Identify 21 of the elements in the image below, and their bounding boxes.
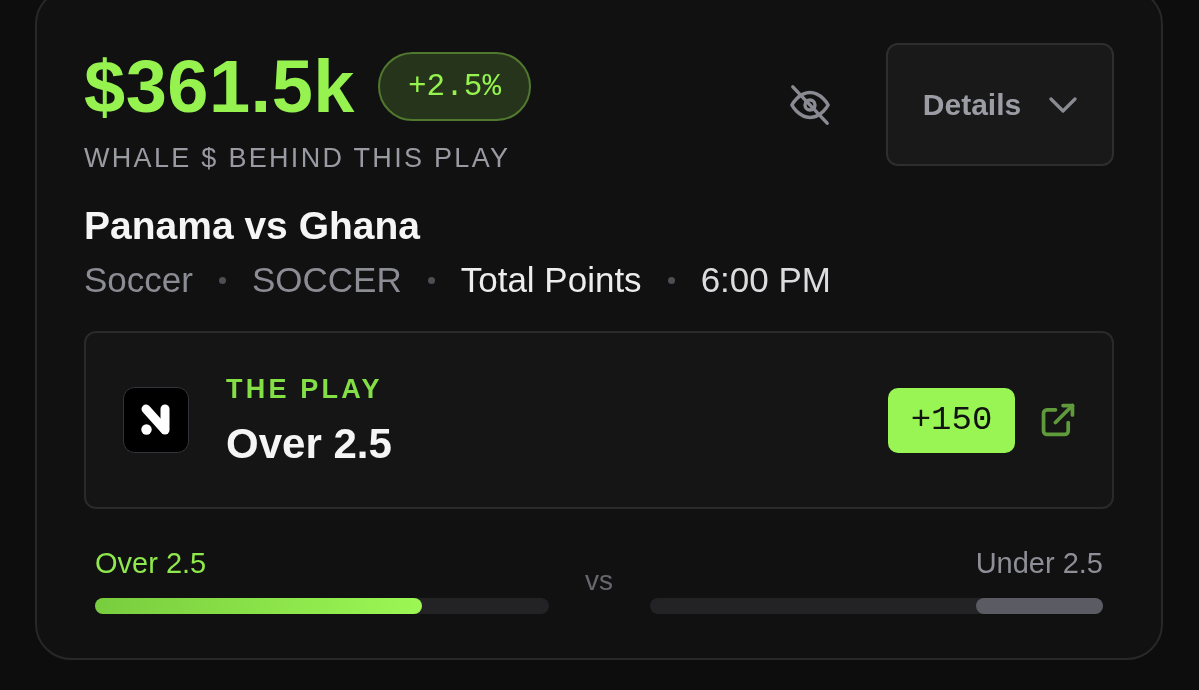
external-link-icon[interactable] [1041,403,1075,437]
separator-dot-icon [427,276,435,284]
caption-text: WHALE $ BEHIND THIS PLAY [84,143,511,173]
logo-icon [123,387,189,453]
whale-amount: $361.5k [84,52,355,121]
separator-dot-icon [667,276,675,284]
eye-slash-icon[interactable] [789,83,831,126]
sport-label: Soccer [84,261,193,299]
odds-button[interactable]: +150 [888,387,1015,453]
market-label: Total Points [460,261,642,299]
league-label: SOCCER [251,261,402,299]
match-title: Panama vs Ghana [84,204,420,248]
side-label: Over 2.5 [95,548,207,578]
side-label: Under 2.5 [975,548,1103,578]
details-button[interactable]: Details [886,43,1114,166]
play-pick: Over 2.5 [226,422,392,466]
time-label: 6:00 PM [700,261,831,299]
change-badge: +2.5% [378,52,531,121]
separator-dot-icon [218,276,226,284]
versus-label: vs [585,566,613,596]
play-label: THE PLAY [226,374,383,404]
